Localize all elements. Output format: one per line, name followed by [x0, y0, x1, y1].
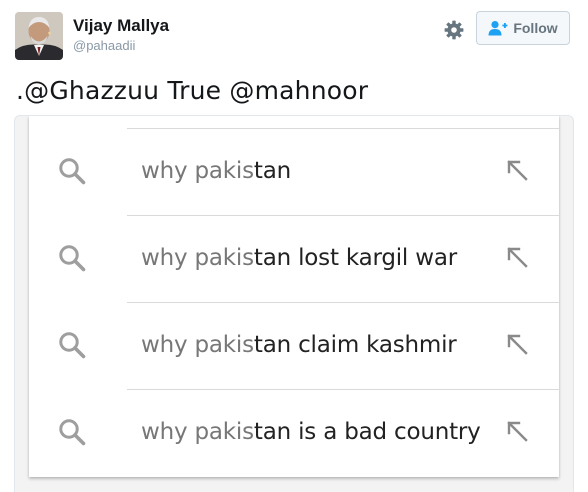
add-user-icon: [488, 21, 508, 36]
suggestion-completion: tan claim kashmir: [253, 332, 457, 358]
follow-button[interactable]: Follow: [476, 11, 570, 45]
arrow-up-left-icon[interactable]: [505, 419, 529, 443]
gear-icon[interactable]: [442, 18, 466, 42]
suggestion-typed: why pakis: [141, 419, 254, 445]
suggestion-typed: why pakis: [141, 158, 254, 184]
suggestion-completion: tan: [253, 158, 291, 184]
divider: [127, 389, 559, 390]
search-icon: [59, 419, 86, 446]
arrow-up-left-icon[interactable]: [505, 245, 529, 269]
arrow-up-left-icon[interactable]: [505, 332, 529, 356]
suggestion-text: why pakistan claim kashmir: [141, 332, 457, 358]
suggestion-typed: why pakis: [141, 332, 254, 358]
suggestion-completion: tan is a bad country: [253, 419, 481, 445]
suggestion-typed: why pakis: [141, 245, 254, 271]
follow-button-label: Follow: [513, 20, 558, 36]
suggestion-row[interactable]: why pakistan claim kashmir: [29, 302, 559, 388]
tweet-text: .@Ghazzuu True @mahnoor: [16, 76, 369, 105]
arrow-up-left-icon[interactable]: [505, 158, 529, 182]
tweet-header: Vijay Mallya @pahaadii Follow: [0, 0, 588, 70]
user-handle[interactable]: @pahaadii: [73, 38, 135, 53]
search-icon: [59, 158, 86, 185]
avatar[interactable]: [15, 12, 63, 60]
divider: [127, 215, 559, 216]
display-name[interactable]: Vijay Mallya: [73, 16, 169, 36]
tweet-media[interactable]: why pakistan why pakistan lost kargil wa…: [14, 115, 574, 492]
suggestion-row[interactable]: why pakistan: [29, 128, 559, 214]
search-icon: [59, 245, 86, 272]
suggestion-row[interactable]: why pakistan lost kargil war: [29, 215, 559, 301]
suggestion-text: why pakistan lost kargil war: [141, 245, 457, 271]
search-icon: [59, 332, 86, 359]
suggestion-completion: tan lost kargil war: [253, 245, 457, 271]
divider: [127, 128, 559, 129]
autocomplete-dropdown: why pakistan why pakistan lost kargil wa…: [29, 116, 559, 477]
suggestion-text: why pakistan is a bad country: [141, 419, 481, 445]
suggestion-text: why pakistan: [141, 158, 291, 184]
suggestion-row[interactable]: why pakistan is a bad country: [29, 389, 559, 475]
divider: [127, 302, 559, 303]
